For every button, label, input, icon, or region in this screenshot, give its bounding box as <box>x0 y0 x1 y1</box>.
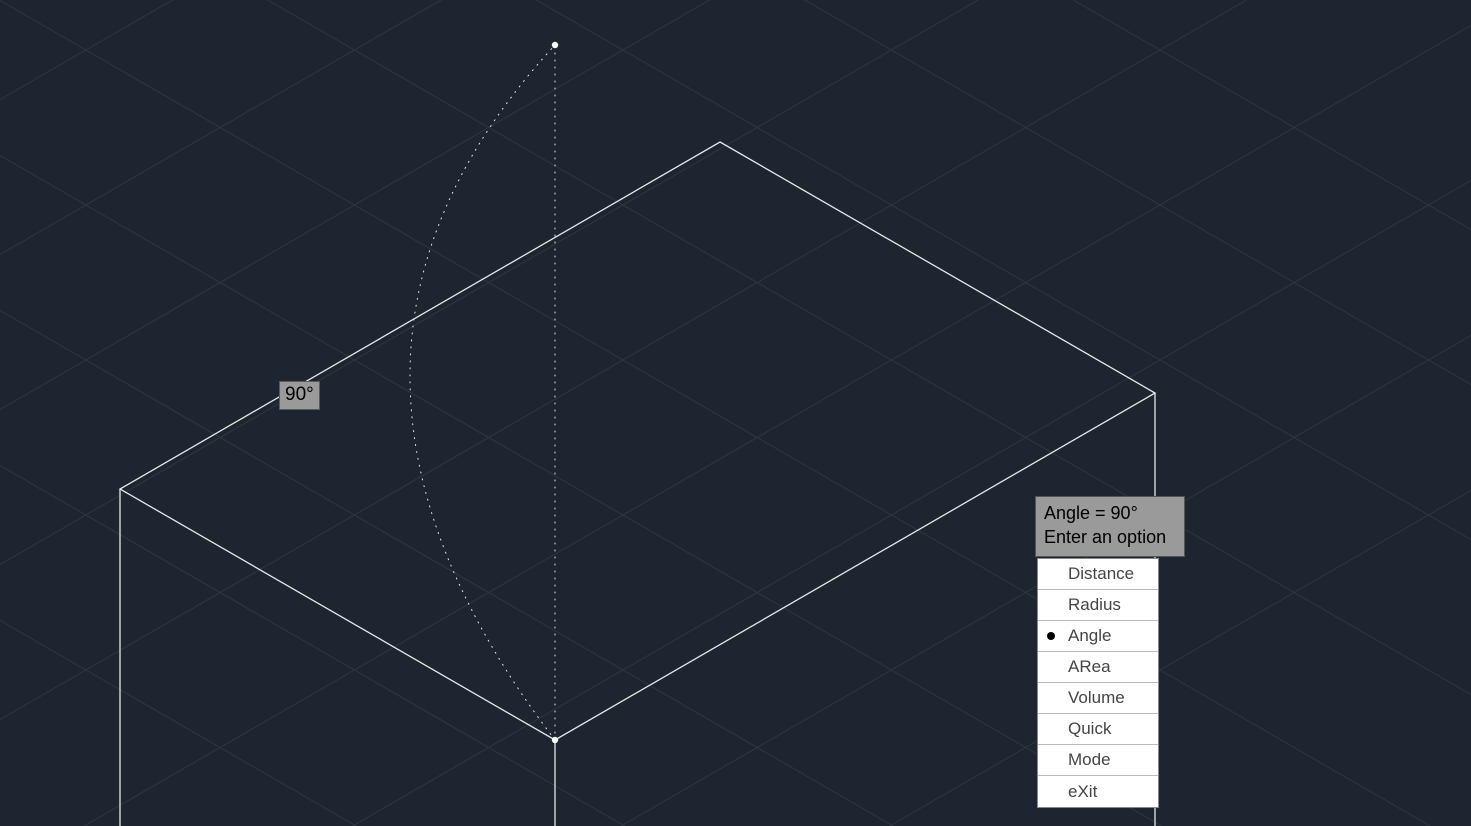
option-radius[interactable]: Radius <box>1038 590 1158 621</box>
option-label: Quick <box>1068 719 1111 739</box>
option-menu[interactable]: Distance Radius Angle ARea Volume Quick … <box>1037 558 1159 808</box>
option-label: eXit <box>1068 782 1097 802</box>
option-mode[interactable]: Mode <box>1038 745 1158 776</box>
option-label: Mode <box>1068 750 1111 770</box>
grid <box>0 0 1471 826</box>
option-label: Angle <box>1068 626 1111 646</box>
option-exit[interactable]: eXit <box>1038 776 1158 807</box>
arc-measure <box>410 42 558 743</box>
angle-readout: 90° <box>279 381 320 410</box>
option-quick[interactable]: Quick <box>1038 714 1158 745</box>
selected-dot-icon <box>1047 632 1055 640</box>
option-volume[interactable]: Volume <box>1038 683 1158 714</box>
option-label: ARea <box>1068 657 1111 677</box>
option-label: Distance <box>1068 564 1134 584</box>
tooltip-line2: Enter an option <box>1044 525 1176 549</box>
option-label: Volume <box>1068 688 1125 708</box>
command-tooltip: Angle = 90° Enter an option <box>1035 496 1185 557</box>
option-distance[interactable]: Distance <box>1038 559 1158 590</box>
drawing-canvas[interactable] <box>0 0 1471 826</box>
cube-wireframe <box>120 142 1155 826</box>
option-angle[interactable]: Angle <box>1038 621 1158 652</box>
option-label: Radius <box>1068 595 1121 615</box>
option-area[interactable]: ARea <box>1038 652 1158 683</box>
tooltip-line1: Angle = 90° <box>1044 501 1176 525</box>
